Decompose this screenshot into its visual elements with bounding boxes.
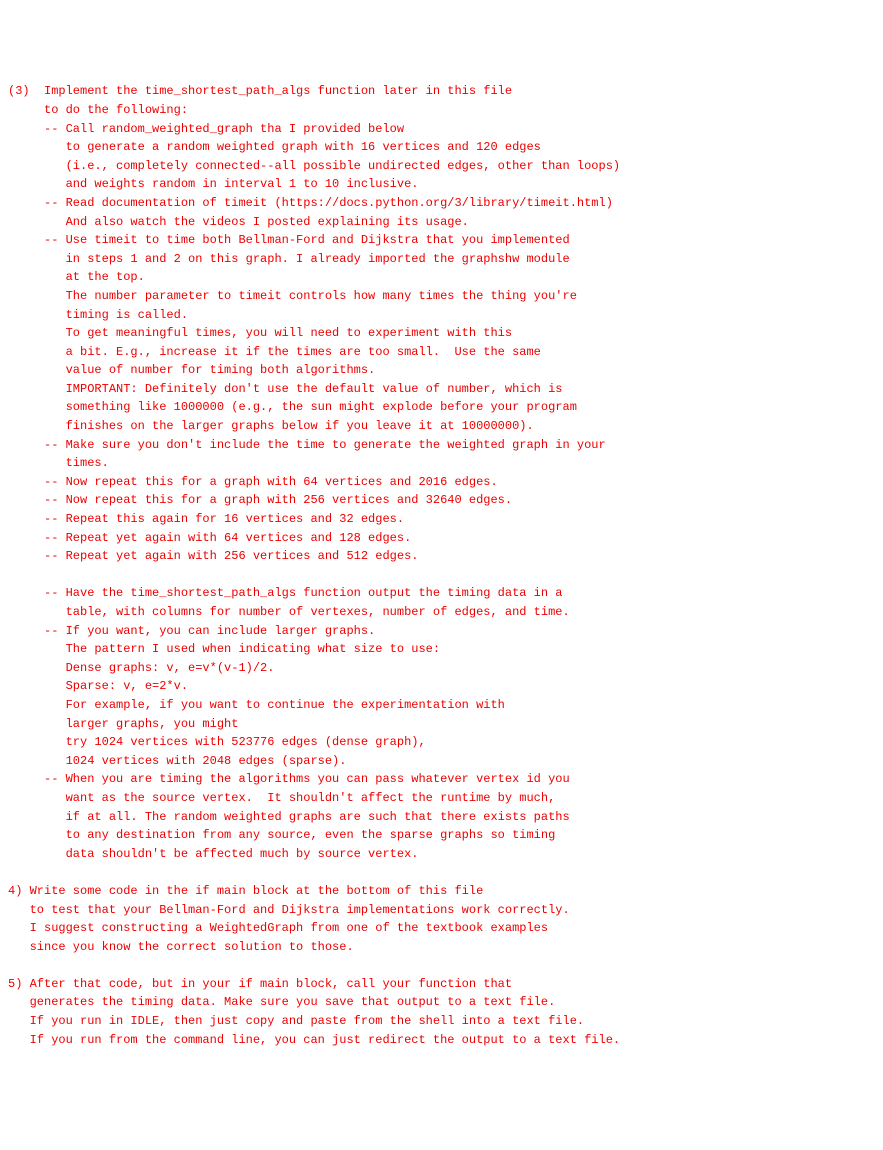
code-line: to generate a random weighted graph with…: [8, 138, 875, 157]
code-line: The pattern I used when indicating what …: [8, 640, 875, 659]
code-line: (3) Implement the time_shortest_path_alg…: [8, 82, 875, 101]
code-line: I suggest constructing a WeightedGraph f…: [8, 919, 875, 938]
code-line: -- Now repeat this for a graph with 256 …: [8, 491, 875, 510]
code-line: -- Read documentation of timeit (https:/…: [8, 194, 875, 213]
code-line: to any destination from any source, even…: [8, 826, 875, 845]
code-line: -- Repeat yet again with 256 vertices an…: [8, 547, 875, 566]
code-line: try 1024 vertices with 523776 edges (den…: [8, 733, 875, 752]
code-line: in steps 1 and 2 on this graph. I alread…: [8, 250, 875, 269]
code-line: at the top.: [8, 268, 875, 287]
code-line: a bit. E.g., increase it if the times ar…: [8, 343, 875, 362]
code-line: want as the source vertex. It shouldn't …: [8, 789, 875, 808]
code-line: [8, 956, 875, 975]
code-line: and weights random in interval 1 to 10 i…: [8, 175, 875, 194]
code-line: -- Now repeat this for a graph with 64 v…: [8, 473, 875, 492]
code-line: timing is called.: [8, 306, 875, 325]
code-line: [8, 566, 875, 585]
code-line: to do the following:: [8, 101, 875, 120]
code-line: The number parameter to timeit controls …: [8, 287, 875, 306]
code-line: -- Repeat this again for 16 vertices and…: [8, 510, 875, 529]
code-line: to test that your Bellman-Ford and Dijks…: [8, 901, 875, 920]
code-line: -- Have the time_shortest_path_algs func…: [8, 584, 875, 603]
code-line: something like 1000000 (e.g., the sun mi…: [8, 398, 875, 417]
code-comment-block: (3) Implement the time_shortest_path_alg…: [8, 82, 875, 1049]
code-line: If you run from the command line, you ca…: [8, 1031, 875, 1050]
code-line: if at all. The random weighted graphs ar…: [8, 808, 875, 827]
code-line: If you run in IDLE, then just copy and p…: [8, 1012, 875, 1031]
code-line: And also watch the videos I posted expla…: [8, 213, 875, 232]
code-line: -- Repeat yet again with 64 vertices and…: [8, 529, 875, 548]
code-line: value of number for timing both algorith…: [8, 361, 875, 380]
code-line: larger graphs, you might: [8, 715, 875, 734]
code-line: 5) After that code, but in your if main …: [8, 975, 875, 994]
code-line: times.: [8, 454, 875, 473]
code-line: 4) Write some code in the if main block …: [8, 882, 875, 901]
code-line: -- Make sure you don't include the time …: [8, 436, 875, 455]
code-line: (i.e., completely connected--all possibl…: [8, 157, 875, 176]
code-line: data shouldn't be affected much by sourc…: [8, 845, 875, 864]
code-line: -- When you are timing the algorithms yo…: [8, 770, 875, 789]
code-line: IMPORTANT: Definitely don't use the defa…: [8, 380, 875, 399]
code-line: finishes on the larger graphs below if y…: [8, 417, 875, 436]
code-line: Dense graphs: v, e=v*(v-1)/2.: [8, 659, 875, 678]
code-line: since you know the correct solution to t…: [8, 938, 875, 957]
code-line: generates the timing data. Make sure you…: [8, 993, 875, 1012]
code-line: [8, 863, 875, 882]
code-line: For example, if you want to continue the…: [8, 696, 875, 715]
code-line: table, with columns for number of vertex…: [8, 603, 875, 622]
code-line: To get meaningful times, you will need t…: [8, 324, 875, 343]
code-line: -- Use timeit to time both Bellman-Ford …: [8, 231, 875, 250]
code-line: 1024 vertices with 2048 edges (sparse).: [8, 752, 875, 771]
code-line: Sparse: v, e=2*v.: [8, 677, 875, 696]
code-line: -- Call random_weighted_graph tha I prov…: [8, 120, 875, 139]
code-line: -- If you want, you can include larger g…: [8, 622, 875, 641]
